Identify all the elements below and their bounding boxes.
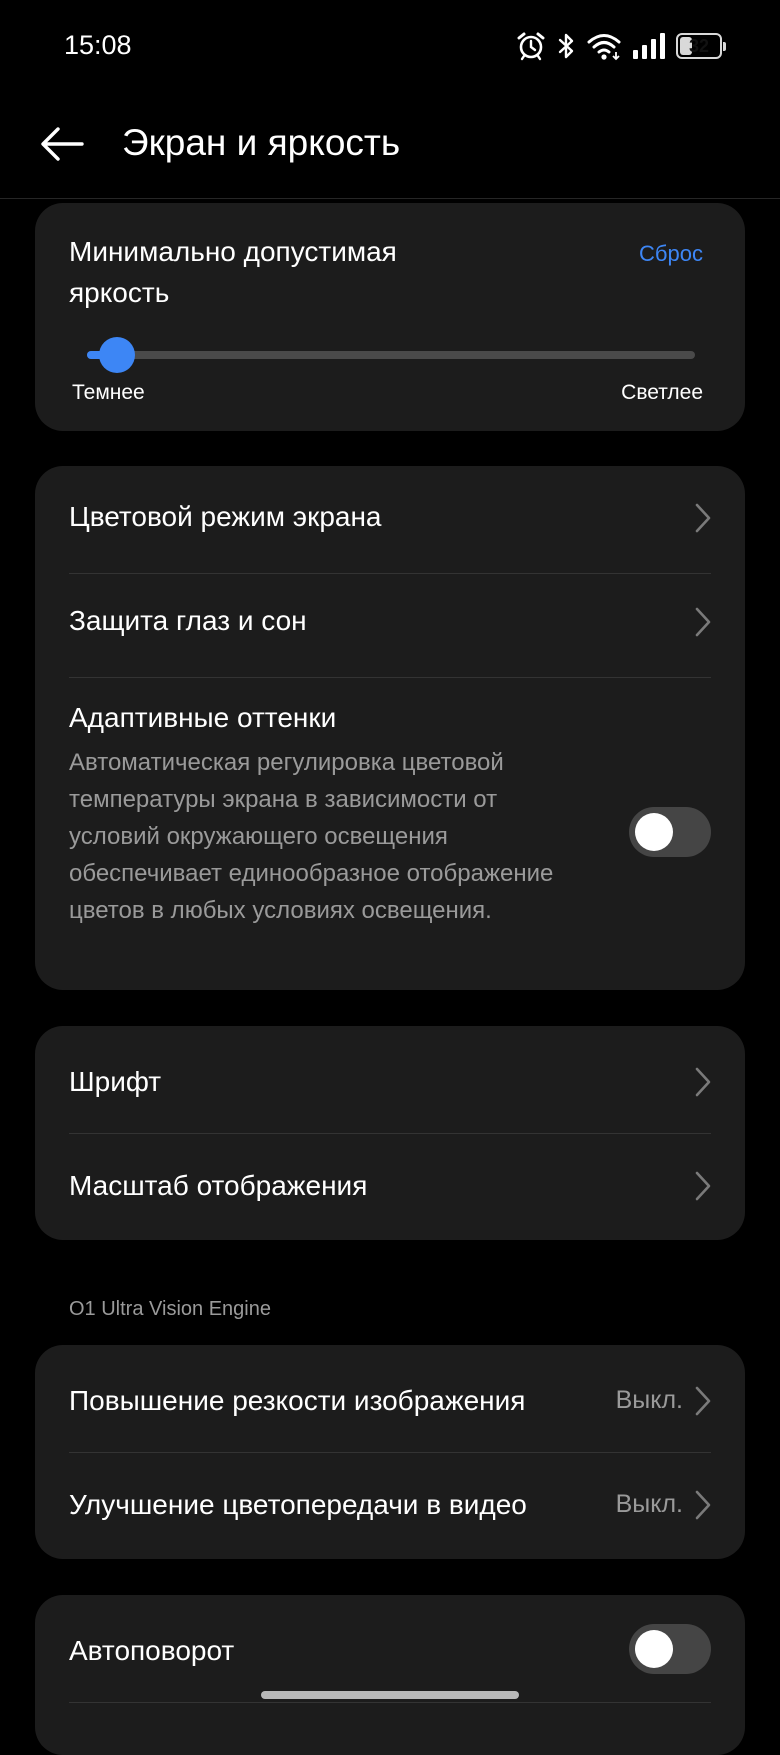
battery-percentage: 32 (688, 35, 710, 56)
image-sharpness-label: Повышение резкости изображения (69, 1385, 526, 1416)
vision-engine-section-header: O1 Ultra Vision Engine (69, 1298, 271, 1320)
chevron-right-icon (691, 604, 715, 640)
video-color-row[interactable]: Улучшение цветопередачи в видео Выкл. (35, 1453, 745, 1559)
adaptive-tones-title: Адаптивные оттенки (69, 702, 337, 733)
display-settings-card: Цветовой режим экрана Защита глаз и сон … (35, 466, 745, 990)
image-sharpness-row[interactable]: Повышение резкости изображения Выкл. (35, 1345, 745, 1451)
app-header: Экран и яркость (0, 96, 780, 199)
eye-protection-label: Защита глаз и сон (69, 605, 307, 636)
display-scale-row[interactable]: Масштаб отображения (35, 1134, 745, 1240)
battery-icon: 32 (676, 33, 726, 59)
color-mode-row[interactable]: Цветовой режим экрана (35, 466, 745, 570)
video-color-value: Выкл. (615, 1490, 683, 1518)
slider-max-label: Светлее (621, 381, 703, 404)
autorotate-row[interactable]: Автоповорот (35, 1595, 745, 1701)
status-time: 15:08 (64, 30, 132, 60)
chevron-right-icon (691, 1383, 715, 1419)
divider (69, 1702, 711, 1703)
autorotate-label: Автоповорот (69, 1635, 235, 1666)
adaptive-tones-description: Автоматическая регулировка цветовой темп… (69, 749, 554, 924)
font-row[interactable]: Шрифт (35, 1026, 745, 1132)
toggle-knob (635, 1630, 673, 1668)
chevron-right-icon (691, 1168, 715, 1204)
reset-button[interactable]: Сброс (639, 241, 703, 267)
font-settings-card: Шрифт Масштаб отображения (35, 1026, 745, 1240)
chevron-right-icon (691, 1064, 715, 1100)
adaptive-tones-toggle[interactable] (629, 807, 711, 857)
brightness-slider[interactable] (87, 333, 695, 377)
bluetooth-icon (556, 31, 576, 61)
chevron-right-icon (691, 1487, 715, 1523)
toggle-knob (635, 813, 673, 851)
back-button[interactable] (32, 116, 92, 176)
slider-min-label: Темнее (72, 381, 145, 404)
back-arrow-icon (38, 124, 86, 169)
status-icons: 32 (516, 28, 726, 64)
page-title: Экран и яркость (122, 122, 401, 163)
alarm-icon (516, 31, 546, 61)
vision-engine-card: Повышение резкости изображения Выкл. Улу… (35, 1345, 745, 1559)
min-brightness-title: Минимально допустимая яркость (69, 236, 397, 308)
font-label: Шрифт (69, 1066, 162, 1097)
signal-icon (632, 32, 666, 60)
display-scale-label: Масштаб отображения (69, 1170, 368, 1201)
min-brightness-card: Минимально допустимая яркость Сброс Темн… (35, 203, 745, 431)
wifi-icon (586, 31, 622, 61)
video-color-label: Улучшение цветопередачи в видео (69, 1489, 527, 1520)
autorotate-toggle[interactable] (629, 1624, 711, 1674)
chevron-right-icon (691, 500, 715, 536)
eye-protection-row[interactable]: Защита глаз и сон (35, 574, 745, 678)
color-mode-label: Цветовой режим экрана (69, 501, 382, 532)
slider-thumb[interactable] (99, 337, 136, 373)
home-indicator[interactable] (261, 1691, 519, 1699)
autorotate-card: Автоповорот (35, 1595, 745, 1755)
slider-track (87, 351, 695, 359)
status-bar: 15:08 32 (0, 0, 780, 96)
divider (69, 677, 711, 678)
image-sharpness-value: Выкл. (615, 1386, 683, 1414)
